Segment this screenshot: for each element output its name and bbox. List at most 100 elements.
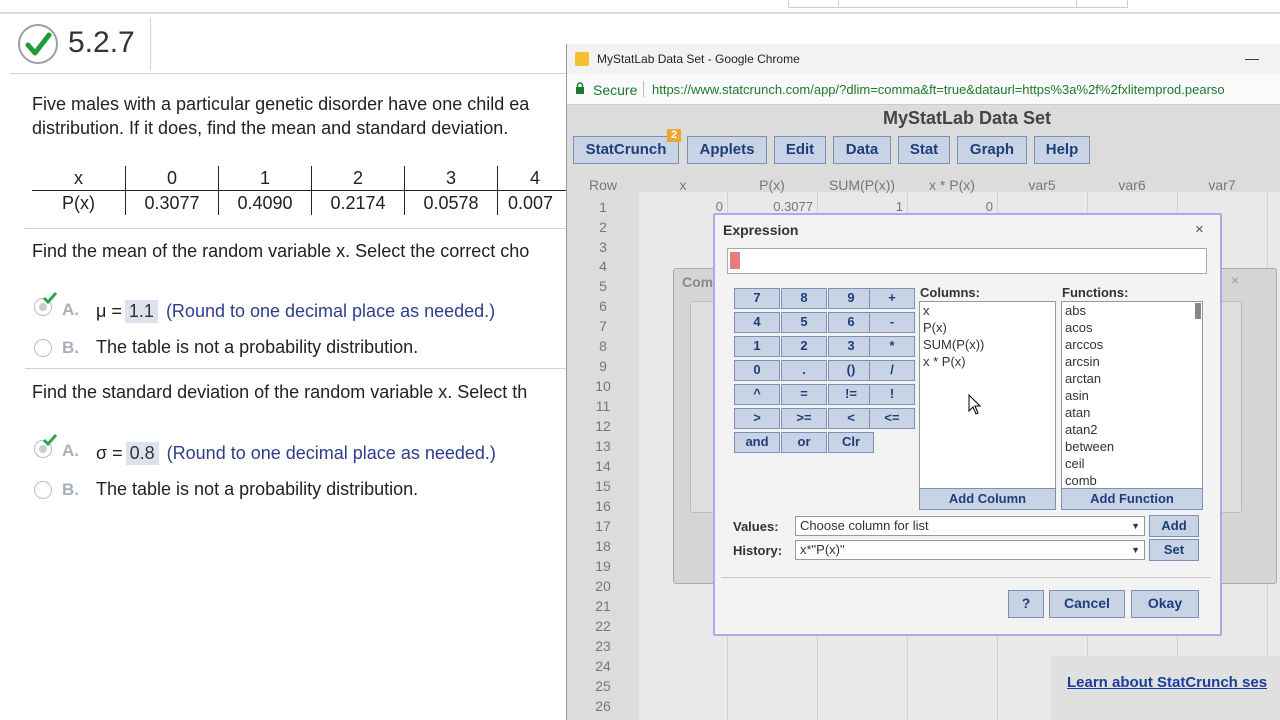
key-8[interactable]: 8 <box>781 288 827 309</box>
list-item[interactable]: asin <box>1062 387 1202 404</box>
header-underline <box>10 73 570 74</box>
row-number: 24 <box>595 658 611 674</box>
key-9[interactable]: 9 <box>828 288 874 309</box>
column-header[interactable]: var7 <box>1177 177 1267 193</box>
cancel-button[interactable]: Cancel <box>1049 590 1125 618</box>
set-history-button[interactable]: Set <box>1149 539 1199 561</box>
grid-cell[interactable]: 0 <box>907 199 993 214</box>
scrollbar[interactable] <box>1195 303 1201 319</box>
url-separator <box>643 81 644 97</box>
list-item[interactable]: arctan <box>1062 370 1202 387</box>
sd-option-b-radio[interactable] <box>34 481 52 499</box>
values-select-text: Choose column for list <box>800 518 929 533</box>
list-item[interactable]: x <box>920 302 1055 319</box>
key-divide[interactable]: / <box>869 360 915 381</box>
grid-cell[interactable]: 0 <box>639 199 723 214</box>
row-number: 18 <box>595 538 611 554</box>
compute-dialog-title: Com <box>682 274 714 290</box>
key-0[interactable]: 0 <box>734 360 780 381</box>
column-header[interactable]: x * P(x) <box>907 177 997 193</box>
columns-list[interactable]: x P(x) SUM(P(x)) x * P(x) <box>919 301 1056 489</box>
app-title: MyStatLab Data Set <box>882 108 1052 128</box>
list-item[interactable]: x * P(x) <box>920 353 1055 370</box>
key-clear[interactable]: Clr <box>828 432 874 453</box>
menu-applets[interactable]: Applets <box>687 136 767 164</box>
key-plus[interactable]: + <box>869 288 915 309</box>
table-cell: 3 <box>404 166 498 191</box>
okay-button[interactable]: Okay <box>1131 590 1199 618</box>
key-3[interactable]: 3 <box>828 336 874 357</box>
add-function-button[interactable]: Add Function <box>1061 488 1203 510</box>
key-factorial[interactable]: ! <box>869 384 915 405</box>
row-number: 22 <box>595 618 611 634</box>
grid-cell[interactable]: 1 <box>817 199 903 214</box>
column-header[interactable]: P(x) <box>727 177 817 193</box>
key-7[interactable]: 7 <box>734 288 780 309</box>
close-icon[interactable]: × <box>1195 221 1204 238</box>
key-and[interactable]: and <box>734 432 780 453</box>
key-less[interactable]: < <box>828 408 874 429</box>
list-item[interactable]: arcsin <box>1062 353 1202 370</box>
grid-cell[interactable]: 0.3077 <box>727 199 813 214</box>
list-item[interactable]: ceil <box>1062 455 1202 472</box>
key-greater[interactable]: > <box>734 408 780 429</box>
add-column-button[interactable]: Add Column <box>919 488 1056 510</box>
key-power[interactable]: ^ <box>734 384 780 405</box>
menu-data[interactable]: Data <box>833 136 891 164</box>
url-text[interactable]: https://www.statcrunch.com/app/?dlim=com… <box>652 82 1225 97</box>
column-header[interactable]: var5 <box>997 177 1087 193</box>
list-item[interactable]: atan <box>1062 404 1202 421</box>
expression-input[interactable] <box>727 248 1207 274</box>
key-decimal[interactable]: . <box>781 360 827 381</box>
mean-option-a-text: μ = 1.1 (Round to one decimal place as ne… <box>96 300 495 323</box>
row-number: 7 <box>599 318 607 334</box>
history-select[interactable]: x*"P(x)" ▼ <box>795 540 1145 560</box>
mean-option-b-radio[interactable] <box>34 339 52 357</box>
menu-stat[interactable]: Stat <box>898 136 950 164</box>
address-bar[interactable]: Secure https://www.statcrunch.com/app/?d… <box>567 74 1280 105</box>
key-5[interactable]: 5 <box>781 312 827 333</box>
list-item[interactable]: between <box>1062 438 1202 455</box>
column-header[interactable]: x <box>639 177 727 193</box>
history-select-text: x*"P(x)" <box>800 542 845 557</box>
menu-statcrunch[interactable]: StatCrunch <box>573 136 679 164</box>
key-or[interactable]: or <box>781 432 827 453</box>
add-value-button[interactable]: Add <box>1149 515 1199 537</box>
menu-graph[interactable]: Graph <box>957 136 1027 164</box>
list-item[interactable]: arccos <box>1062 336 1202 353</box>
correct-check-icon <box>43 434 57 446</box>
key-minus[interactable]: - <box>869 312 915 333</box>
list-item[interactable]: SUM(P(x)) <box>920 336 1055 353</box>
row-number: 17 <box>595 518 611 534</box>
key-greater-equal[interactable]: >= <box>781 408 827 429</box>
key-multiply[interactable]: * <box>869 336 915 357</box>
sd-answer-box[interactable]: 0.8 <box>125 442 159 465</box>
list-item[interactable]: abs <box>1062 302 1202 319</box>
row-number: 21 <box>595 598 611 614</box>
mean-answer-box[interactable]: 1.1 <box>124 300 158 323</box>
list-item[interactable]: atan2 <box>1062 421 1202 438</box>
mean-option-b-text: The table is not a probability distribut… <box>96 337 419 357</box>
menu-edit[interactable]: Edit <box>774 136 826 164</box>
key-6[interactable]: 6 <box>828 312 874 333</box>
list-item[interactable]: acos <box>1062 319 1202 336</box>
menu-help[interactable]: Help <box>1034 136 1090 164</box>
list-item[interactable]: comb <box>1062 472 1202 488</box>
key-not-equals[interactable]: != <box>828 384 874 405</box>
minimize-button[interactable]: — <box>1245 50 1259 66</box>
key-equals[interactable]: = <box>781 384 827 405</box>
close-icon[interactable]: × <box>1231 272 1239 288</box>
key-2[interactable]: 2 <box>781 336 827 357</box>
help-button[interactable]: ? <box>1008 590 1044 618</box>
key-1[interactable]: 1 <box>734 336 780 357</box>
key-4[interactable]: 4 <box>734 312 780 333</box>
key-less-equal[interactable]: <= <box>869 408 915 429</box>
column-header[interactable]: var6 <box>1087 177 1177 193</box>
column-header[interactable]: SUM(P(x)) <box>817 177 907 193</box>
learn-link[interactable]: Learn about StatCrunch ses <box>1067 674 1267 691</box>
notification-badge: 2 <box>667 129 681 142</box>
functions-list[interactable]: abs acos arccos arcsin arctan asin atan … <box>1061 301 1203 489</box>
values-select[interactable]: Choose column for list ▼ <box>795 516 1145 536</box>
list-item[interactable]: P(x) <box>920 319 1055 336</box>
key-parentheses[interactable]: () <box>828 360 874 381</box>
